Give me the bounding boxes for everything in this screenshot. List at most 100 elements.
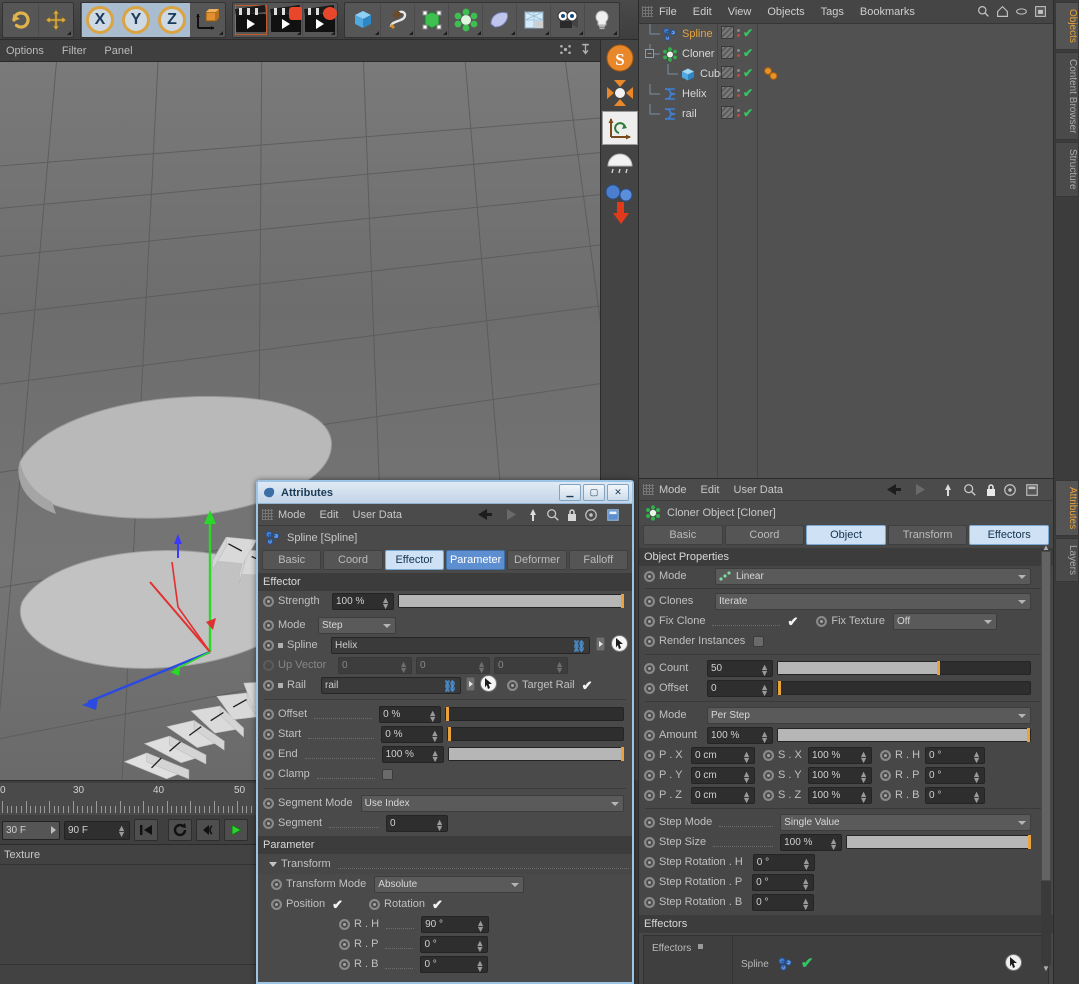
object-tree[interactable]: Spline ✔ − Cloner ✔ Cube ✔ Helix ✔ rail ✔ <box>639 24 1053 478</box>
om-menu-file[interactable]: File <box>659 6 677 18</box>
deformer-icon[interactable] <box>482 3 516 36</box>
spline-link-dot-icon[interactable] <box>278 642 283 648</box>
attributes-titlebar[interactable]: Attributes ▁ ▢ ✕ <box>258 482 632 504</box>
om-menu-bookmarks[interactable]: Bookmarks <box>860 6 915 18</box>
spline-picker-icon[interactable] <box>611 635 628 655</box>
loop-icon[interactable] <box>168 819 192 841</box>
rail-link-arrow-icon[interactable] <box>465 676 476 694</box>
strength-slider[interactable] <box>398 594 624 608</box>
cloner-drop-icon[interactable] <box>602 181 638 227</box>
transform-group-header[interactable]: Transform <box>258 854 632 874</box>
search-icon[interactable] <box>546 508 560 525</box>
enabled-check-icon[interactable]: ✔ <box>743 27 753 39</box>
render-instances-checkbox[interactable] <box>753 635 765 647</box>
lock-icon[interactable] <box>985 483 997 500</box>
axis-y-button[interactable]: Y <box>118 2 154 37</box>
effectors-entry-row[interactable]: Spline ✔ <box>732 936 1048 984</box>
vtab-objects[interactable]: Objects <box>1055 2 1079 50</box>
camera-icon[interactable] <box>550 3 584 36</box>
am-tab-coord[interactable]: Coord <box>724 525 805 545</box>
timeline-ruler[interactable]: 0 30 40 50 <box>0 783 258 815</box>
attr-tab-coord[interactable]: Coord <box>323 550 383 570</box>
attr-menu-mode[interactable]: Mode <box>278 509 306 521</box>
chevron-down-icon[interactable] <box>269 861 277 867</box>
sky-icon[interactable] <box>602 146 638 180</box>
position-checkbox[interactable]: ✔ <box>332 898 343 911</box>
param-dot-icon[interactable] <box>644 749 655 761</box>
spline-link-field[interactable]: Helix ⛓ <box>331 636 590 654</box>
clamp-checkbox[interactable] <box>381 768 393 780</box>
param-dot-icon[interactable] <box>263 768 274 780</box>
param-dot-icon[interactable] <box>263 817 274 829</box>
mograph-icon[interactable] <box>448 3 482 36</box>
spline-pen-icon[interactable] <box>380 3 414 36</box>
attr-menu-user-data[interactable]: User Data <box>353 509 403 521</box>
effector-picker-icon[interactable] <box>1005 954 1022 974</box>
param-dot-icon[interactable] <box>644 836 655 848</box>
om-menu-objects[interactable]: Objects <box>767 6 804 18</box>
r-b-input[interactable]: 0 ° ▲ ▼ <box>925 786 985 804</box>
param-dot-icon[interactable] <box>644 635 655 647</box>
am-tab-object[interactable]: Object <box>806 525 886 545</box>
material-list[interactable] <box>0 865 258 965</box>
effectors-list-box[interactable]: Effectors Spline ✔ <box>643 935 1049 984</box>
enabled-check-icon[interactable]: ✔ <box>743 47 753 59</box>
display-tag-icon[interactable] <box>721 86 734 99</box>
scale-view-icon[interactable] <box>579 43 592 56</box>
visibility-dots-icon[interactable] <box>737 28 740 37</box>
visibility-dots-icon[interactable] <box>737 48 740 57</box>
layout-icon[interactable] <box>1034 5 1047 18</box>
lock-icon[interactable] <box>566 508 578 525</box>
clones-combo[interactable]: Iterate <box>715 592 1031 610</box>
object-row-cloner[interactable]: − Cloner ✔ <box>639 44 1053 64</box>
light-icon[interactable] <box>584 3 618 36</box>
offset-slider[interactable] <box>777 681 1031 695</box>
render-view-icon[interactable] <box>234 4 268 36</box>
s-y-input[interactable]: 100 % ▲ ▼ <box>808 766 872 784</box>
rail-picker-icon[interactable] <box>480 675 497 695</box>
enabled-check-icon[interactable]: ✔ <box>743 87 753 99</box>
attr-menu-edit[interactable]: Edit <box>320 509 339 521</box>
step-size-input[interactable]: 100 % ▲ ▼ <box>780 833 843 851</box>
pin-icon[interactable] <box>526 508 540 525</box>
cloner-mode-combo[interactable]: Linear <box>715 567 1031 585</box>
move-view-icon[interactable] <box>559 43 572 56</box>
object-row-rail[interactable]: rail ✔ <box>639 104 1053 124</box>
p-z-input[interactable]: 0 cm ▲ ▼ <box>691 786 755 804</box>
param-dot-icon[interactable] <box>644 709 655 721</box>
object-row-tags[interactable]: ✔ <box>721 26 753 39</box>
count-input[interactable]: 50 ▲ ▼ <box>707 659 773 677</box>
om-menu-edit[interactable]: Edit <box>693 6 712 18</box>
am-menu-user-data[interactable]: User Data <box>734 484 784 496</box>
eye-icon[interactable] <box>1015 5 1028 18</box>
back-arrow-icon[interactable] <box>885 483 903 499</box>
visibility-dots-icon[interactable] <box>737 68 740 77</box>
rail-link-dot-icon[interactable] <box>278 682 283 688</box>
viewport-menu-options[interactable]: Options <box>6 45 44 57</box>
cube-primitive-icon[interactable] <box>346 4 380 36</box>
undo-rotate-icon[interactable] <box>4 4 38 36</box>
phong-tag-icon[interactable] <box>763 67 779 84</box>
drag-grip-icon[interactable] <box>262 509 273 520</box>
coordinate-system-icon[interactable] <box>601 111 638 145</box>
back-arrow-icon[interactable] <box>476 508 494 524</box>
param-dot-icon[interactable] <box>763 769 774 781</box>
param-dot-icon[interactable] <box>644 896 655 908</box>
world-object-axis-icon[interactable] <box>190 4 224 36</box>
enabled-check-icon[interactable]: ✔ <box>743 107 753 119</box>
param-dot-icon[interactable] <box>644 769 655 781</box>
step-rotation-p-input[interactable]: 0 ° ▲ ▼ <box>752 873 815 891</box>
amount-input[interactable]: 100 % ▲ ▼ <box>707 726 773 744</box>
options-icon[interactable] <box>584 508 598 525</box>
target-rail-checkbox[interactable]: ✔ <box>582 679 593 692</box>
offset-input[interactable]: 0 ▲ ▼ <box>707 679 773 697</box>
param-dot-icon[interactable] <box>263 619 274 631</box>
amount-slider[interactable] <box>777 728 1031 742</box>
attr-tab-basic[interactable]: Basic <box>262 550 322 570</box>
drag-grip-icon[interactable] <box>643 484 654 495</box>
home-icon[interactable] <box>996 5 1009 18</box>
object-row-cube[interactable]: Cube ✔ <box>639 64 1053 84</box>
param-dot-icon[interactable] <box>644 816 655 828</box>
step-mode-combo[interactable]: Single Value <box>780 813 1031 831</box>
om-menu-view[interactable]: View <box>728 6 752 18</box>
